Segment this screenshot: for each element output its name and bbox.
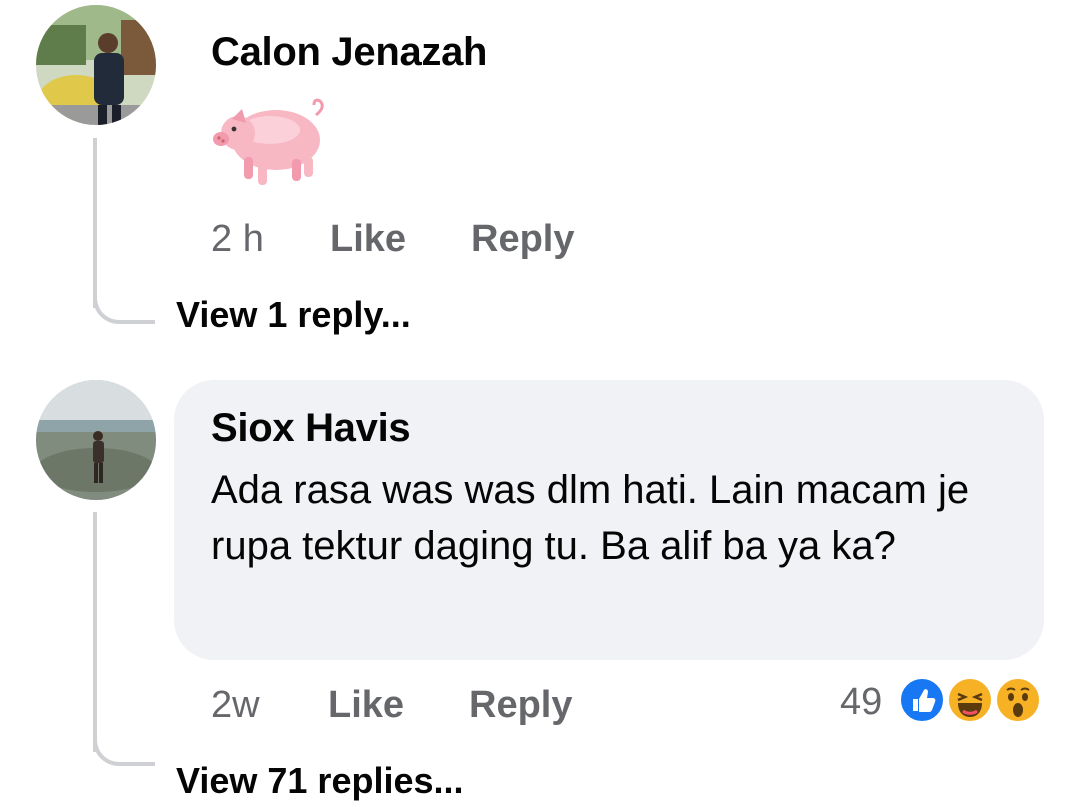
comment-timestamp[interactable]: 2w (211, 684, 260, 727)
thread-line (93, 512, 97, 752)
wow-icon (994, 676, 1042, 724)
view-replies-link[interactable]: View 1 reply... (176, 294, 411, 336)
like-button[interactable]: Like (330, 218, 406, 261)
reactions-summary[interactable] (898, 676, 1048, 726)
pig-emoji-icon (212, 95, 328, 190)
like-icon (898, 676, 946, 724)
thread-line-curve (93, 722, 155, 766)
view-replies-link[interactable]: View 71 replies... (176, 760, 464, 802)
reply-button[interactable]: Reply (471, 218, 574, 261)
comment-author[interactable]: Calon Jenazah (211, 30, 487, 75)
reply-button[interactable]: Reply (469, 684, 572, 727)
comment-text: Ada rasa was was dlm hati. Lain macam je… (211, 468, 970, 568)
avatar-siox-havis[interactable] (36, 380, 156, 500)
avatar-photo (36, 380, 156, 500)
comment-timestamp[interactable]: 2 h (211, 218, 264, 261)
comment-author[interactable]: Siox Havis (211, 406, 411, 451)
reaction-count[interactable]: 49 (840, 681, 882, 724)
avatar-calon-jenazah[interactable] (36, 5, 156, 125)
like-button[interactable]: Like (328, 684, 404, 727)
avatar-photo (36, 5, 156, 125)
haha-icon (946, 676, 994, 724)
thread-line-curve (93, 280, 155, 324)
